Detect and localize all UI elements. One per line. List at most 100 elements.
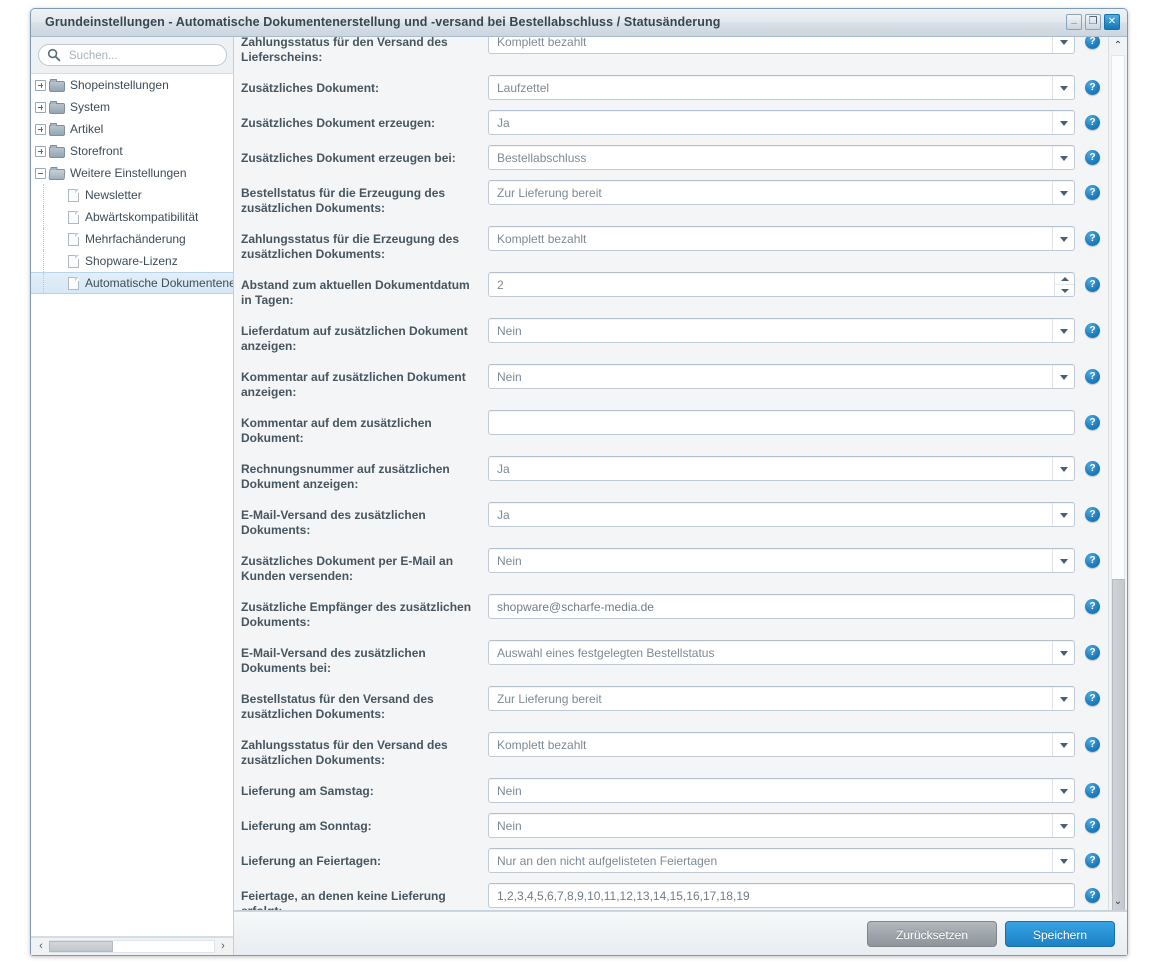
help-icon[interactable]: ? <box>1085 231 1100 246</box>
chevron-down-icon[interactable] <box>1052 76 1074 99</box>
spinner-down-icon[interactable] <box>1055 285 1074 296</box>
help-icon[interactable]: ? <box>1085 645 1100 660</box>
help-icon[interactable]: ? <box>1085 185 1100 200</box>
chevron-down-icon[interactable] <box>1052 457 1074 480</box>
reset-button[interactable]: Zurücksetzen <box>867 921 997 947</box>
tree-collapse-icon[interactable] <box>35 167 46 179</box>
help-icon[interactable]: ? <box>1085 507 1100 522</box>
help-icon[interactable]: ? <box>1085 783 1100 798</box>
dropdown-zahlungsstatus-f-r-den-versand-des-zus-tzlichen-[interactable]: Komplett bezahlt <box>488 732 1075 757</box>
tree-item-shopware-lizenz[interactable]: Shopware-Lizenz <box>31 250 233 272</box>
chevron-down-icon[interactable] <box>1052 227 1074 250</box>
spinner-buttons[interactable] <box>1054 273 1074 296</box>
window-titlebar[interactable]: Grundeinstellungen - Automatische Dokume… <box>31 9 1127 37</box>
help-icon[interactable]: ? <box>1085 323 1100 338</box>
dropdown-zus-tzliches-dokument-erzeugen-bei[interactable]: Bestellabschluss <box>488 145 1075 170</box>
settings-tree[interactable]: Shopeinstellungen System Artikel Storefront… <box>31 74 233 937</box>
spinner-up-icon[interactable] <box>1055 273 1074 285</box>
tree-item-weitere-einstellungen[interactable]: Weitere Einstellungen <box>31 162 233 184</box>
hscroll-thumb[interactable] <box>49 941 113 952</box>
search-box[interactable] <box>38 44 227 67</box>
chevron-down-icon[interactable] <box>1052 779 1074 802</box>
tree-item-storefront[interactable]: Storefront <box>31 140 233 162</box>
hscroll-left-arrow-icon[interactable]: ‹ <box>33 938 49 955</box>
dropdown-zahlungsstatus-f-r-den-versand-des-lieferscheins[interactable]: Komplett bezahlt <box>488 37 1075 54</box>
dropdown-zus-tzliches-dokument-per-e-mail-an-kunden-verse[interactable]: Nein <box>488 548 1075 573</box>
dropdown-bestellstatus-f-r-die-erzeugung-des-zus-tzlichen[interactable]: Zur Lieferung bereit <box>488 180 1075 205</box>
help-icon[interactable]: ? <box>1085 37 1100 49</box>
maximize-button[interactable]: ❐ <box>1085 14 1101 30</box>
hscroll-right-arrow-icon[interactable]: › <box>215 938 231 955</box>
save-button[interactable]: Speichern <box>1005 921 1115 947</box>
form-row-zahlungsstatus-f-r-den-versand-des-zus-tzlichen-: Zahlungsstatus für den Versand des zusät… <box>234 732 1107 768</box>
tree-horizontal-scrollbar[interactable]: ‹ › <box>31 937 233 955</box>
chevron-down-icon[interactable] <box>1052 181 1074 204</box>
tree-expand-icon[interactable] <box>35 123 46 135</box>
textfield-kommentar-auf-dem-zus-tzlichen-dokument[interactable] <box>488 410 1075 435</box>
dropdown-kommentar-auf-zus-tzlichen-dokument-anzeigen[interactable]: Nein <box>488 364 1075 389</box>
chevron-down-icon[interactable] <box>1052 503 1074 526</box>
chevron-down-icon[interactable] <box>1052 111 1074 134</box>
tree-expand-icon[interactable] <box>35 145 46 157</box>
tree-item-system[interactable]: System <box>31 96 233 118</box>
help-icon[interactable]: ? <box>1085 80 1100 95</box>
help-icon[interactable]: ? <box>1085 691 1100 706</box>
dropdown-lieferung-am-sonntag[interactable]: Nein <box>488 813 1075 838</box>
help-icon[interactable]: ? <box>1085 277 1100 292</box>
search-input[interactable] <box>67 45 218 67</box>
textfield-zus-tzliche-empf-nger-des-zus-tzlichen-dokuments[interactable]: shopware@scharfe-media.de <box>488 594 1075 619</box>
help-icon[interactable]: ? <box>1085 599 1100 614</box>
tree-item-newsletter[interactable]: Newsletter <box>31 184 233 206</box>
tree-item-artikel[interactable]: Artikel <box>31 118 233 140</box>
help-icon[interactable]: ? <box>1085 369 1100 384</box>
chevron-down-icon[interactable] <box>1052 814 1074 837</box>
chevron-down-icon[interactable] <box>1052 146 1074 169</box>
tree-item-abw-rtskompatibilit-t[interactable]: Abwärtskompatibilität <box>31 206 233 228</box>
field-value: Ja <box>497 462 510 476</box>
dropdown-e-mail-versand-des-zus-tzlichen-dokuments[interactable]: Ja <box>488 502 1075 527</box>
dropdown-zus-tzliches-dokument-erzeugen[interactable]: Ja <box>488 110 1075 135</box>
tree-expand-icon[interactable] <box>35 79 46 91</box>
tree-item-shopeinstellungen[interactable]: Shopeinstellungen <box>31 74 233 96</box>
help-icon[interactable]: ? <box>1085 888 1100 903</box>
chevron-down-icon[interactable] <box>1052 849 1074 872</box>
tree-item-mehrfach-nderung[interactable]: Mehrfachänderung <box>31 228 233 250</box>
dropdown-bestellstatus-f-r-den-versand-des-zus-tzlichen-d[interactable]: Zur Lieferung bereit <box>488 686 1075 711</box>
spinner-abstand-zum-aktuellen-dokumentdatum-in-tagen[interactable]: 2 <box>488 272 1075 297</box>
chevron-down-icon[interactable] <box>1052 365 1074 388</box>
dropdown-e-mail-versand-des-zus-tzlichen-dokuments-bei[interactable]: Auswahl eines festgelegten Bestellstatus <box>488 640 1075 665</box>
field-value: Zur Lieferung bereit <box>497 186 602 200</box>
chevron-down-icon[interactable] <box>1052 37 1074 53</box>
form-row-lieferung-am-samstag: Lieferung am Samstag: Nein? <box>234 778 1107 803</box>
tree-item-automatische-dokumentenerst[interactable]: Automatische Dokumentenerst <box>31 272 233 294</box>
help-icon[interactable]: ? <box>1085 150 1100 165</box>
dropdown-zus-tzliches-dokument[interactable]: Laufzettel <box>488 75 1075 100</box>
help-icon[interactable]: ? <box>1085 415 1100 430</box>
help-icon[interactable]: ? <box>1085 737 1100 752</box>
dropdown-rechnungsnummer-auf-zus-tzlichen-dokument-anzeig[interactable]: Ja <box>488 456 1075 481</box>
dropdown-lieferung-an-feiertagen[interactable]: Nur an den nicht aufgelisteten Feiertage… <box>488 848 1075 873</box>
tree-expand-icon[interactable] <box>35 101 46 113</box>
vscroll-down-arrow-icon[interactable]: ⌄ <box>1109 893 1127 910</box>
chevron-down-icon[interactable] <box>1052 733 1074 756</box>
dropdown-lieferung-am-samstag[interactable]: Nein <box>488 778 1075 803</box>
form-vertical-scrollbar[interactable]: ⌃ ⌄ <box>1108 37 1127 910</box>
dropdown-lieferdatum-auf-zus-tzlichen-dokument-anzeigen[interactable]: Nein <box>488 318 1075 343</box>
dropdown-zahlungsstatus-f-r-die-erzeugung-des-zus-tzliche[interactable]: Komplett bezahlt <box>488 226 1075 251</box>
vscroll-up-arrow-icon[interactable]: ⌃ <box>1109 37 1127 54</box>
help-icon[interactable]: ? <box>1085 818 1100 833</box>
vscroll-thumb[interactable] <box>1112 579 1125 910</box>
help-icon[interactable]: ? <box>1085 553 1100 568</box>
help-icon[interactable]: ? <box>1085 115 1100 130</box>
help-icon[interactable]: ? <box>1085 853 1100 868</box>
chevron-down-icon[interactable] <box>1052 687 1074 710</box>
chevron-down-icon[interactable] <box>1052 549 1074 572</box>
chevron-down-icon[interactable] <box>1052 319 1074 342</box>
minimize-button[interactable]: _ <box>1066 14 1082 30</box>
tree-item-label: Newsletter <box>85 188 142 202</box>
chevron-down-icon[interactable] <box>1052 641 1074 664</box>
tree-item-label: Artikel <box>70 122 104 136</box>
textfield-feiertage-an-denen-keine-lieferung-erfolgt[interactable]: 1,2,3,4,5,6,7,8,9,10,11,12,13,14,15,16,1… <box>488 883 1075 908</box>
close-button[interactable]: ✕ <box>1104 14 1120 30</box>
help-icon[interactable]: ? <box>1085 461 1100 476</box>
